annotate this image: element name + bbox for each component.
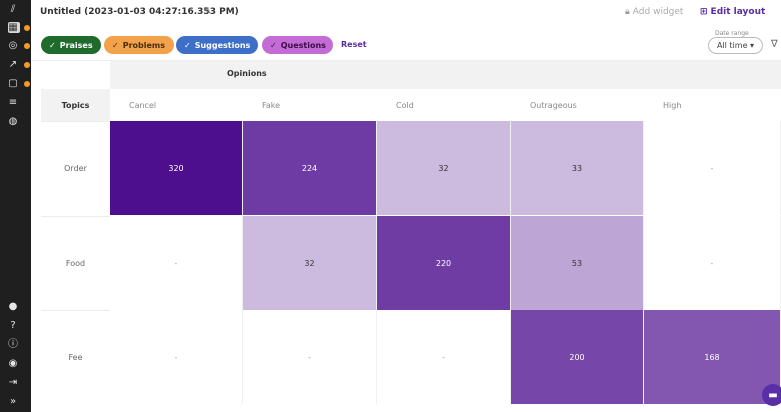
add-widget-label: Add widget <box>632 7 684 17</box>
filter-icon[interactable]: ∇ <box>771 39 778 50</box>
expand-icon[interactable]: » <box>6 395 20 409</box>
opinions-label: Opinions <box>227 69 267 78</box>
heatmap-cell[interactable]: - <box>644 216 781 310</box>
heatmap-cell[interactable]: 32 <box>243 216 377 310</box>
notification-dot <box>24 43 30 49</box>
heatmap-cell[interactable]: 33 <box>511 121 644 215</box>
row-label: Order <box>64 163 87 173</box>
filter-bar: ✓ Praises ✓ Problems ✓ Suggestions ✓ Questio… <box>31 27 781 61</box>
date-range-label: Date range <box>715 30 749 37</box>
heatmap-cell[interactable]: 168 <box>644 310 781 404</box>
reset-button[interactable]: Reset <box>341 40 367 49</box>
chip-praises[interactable]: ✓ Praises <box>41 36 101 54</box>
column-header: High <box>663 100 682 110</box>
heatmap-cell[interactable]: - <box>377 310 511 404</box>
heatmap-cell[interactable]: 220 <box>377 216 511 310</box>
row-label: Fee <box>68 352 83 362</box>
column-header: Outrageous <box>530 100 577 110</box>
help-icon[interactable]: ? <box>6 319 20 333</box>
chip-label: Questions <box>280 40 326 50</box>
chip-problems[interactable]: ✓ Problems <box>104 36 174 54</box>
check-icon: ✓ <box>270 40 277 50</box>
layout-icon: ⊞ <box>700 7 708 17</box>
sidebar: ⫽ ▦ ◎ ↗ ▢ ≡ ◍ ●? ⓘ ◉ ⇥ » <box>0 0 31 412</box>
column-header: Cold <box>396 100 414 110</box>
row-label: Food <box>65 258 86 268</box>
bulb-icon[interactable]: ● <box>6 300 20 314</box>
edit-layout-button[interactable]: ⊞ Edit layout <box>700 7 765 17</box>
logout-icon[interactable]: ⇥ <box>6 376 20 390</box>
add-widget-button[interactable]: 🔒︎ Add widget <box>625 7 683 17</box>
check-icon: ✓ <box>112 40 119 50</box>
heatmap-cell[interactable]: 320 <box>110 121 243 215</box>
heatmap-cell[interactable]: - <box>243 310 377 404</box>
trend-icon[interactable]: ↗ <box>6 58 20 72</box>
heatmap-cell[interactable]: - <box>644 121 781 215</box>
list-icon[interactable]: ≡ <box>6 96 20 110</box>
heatmap-cell[interactable]: 32 <box>377 121 511 215</box>
document-icon[interactable]: ▢ <box>6 77 20 91</box>
chip-label: Suggestions <box>194 40 251 50</box>
notification-dot <box>24 25 30 31</box>
user-icon[interactable]: ◉ <box>6 357 20 371</box>
chip-suggestions[interactable]: ✓ Suggestions <box>176 36 258 54</box>
check-icon: ✓ <box>184 40 191 50</box>
chat-icon[interactable]: ▬ <box>762 384 781 406</box>
lock-icon: 🔒︎ <box>625 7 630 17</box>
target-icon[interactable]: ◎ <box>6 39 20 53</box>
heatmap-cell[interactable]: - <box>110 310 243 404</box>
chip-questions[interactable]: ✓ Questions <box>262 36 333 54</box>
opinions-header: Opinions <box>110 61 781 89</box>
info-icon[interactable]: ⓘ <box>6 338 20 352</box>
check-icon: ✓ <box>49 40 56 50</box>
notification-dot <box>24 81 30 87</box>
heatmap-cell[interactable]: 200 <box>511 310 644 404</box>
pencil-icon[interactable]: ✎ <box>203 6 211 17</box>
heatmap-cell[interactable]: 224 <box>243 121 377 215</box>
column-header: Cancel <box>129 100 157 110</box>
header: Untitled (2023-01-03 04:27:16.353 PM) ✎ … <box>31 0 781 27</box>
chip-label: Praises <box>59 40 93 50</box>
heatmap-table: Opinions Topics Cancel Fake Cold Outrageous… <box>41 61 781 412</box>
dashboard-icon[interactable]: ▦ <box>6 21 20 35</box>
heatmap-cell[interactable]: 53 <box>511 216 644 310</box>
chip-label: Problems <box>122 40 165 50</box>
column-header: Fake <box>262 100 281 110</box>
edit-layout-label: Edit layout <box>710 7 766 17</box>
date-range-select[interactable]: All time ▾ <box>708 37 763 54</box>
heatmap-cell[interactable]: - <box>110 216 243 310</box>
notification-dot <box>24 62 30 68</box>
logo-icon[interactable]: ⫽ <box>6 3 20 17</box>
circle-icon[interactable]: ◍ <box>6 115 20 129</box>
topics-header: Topics <box>41 89 110 121</box>
